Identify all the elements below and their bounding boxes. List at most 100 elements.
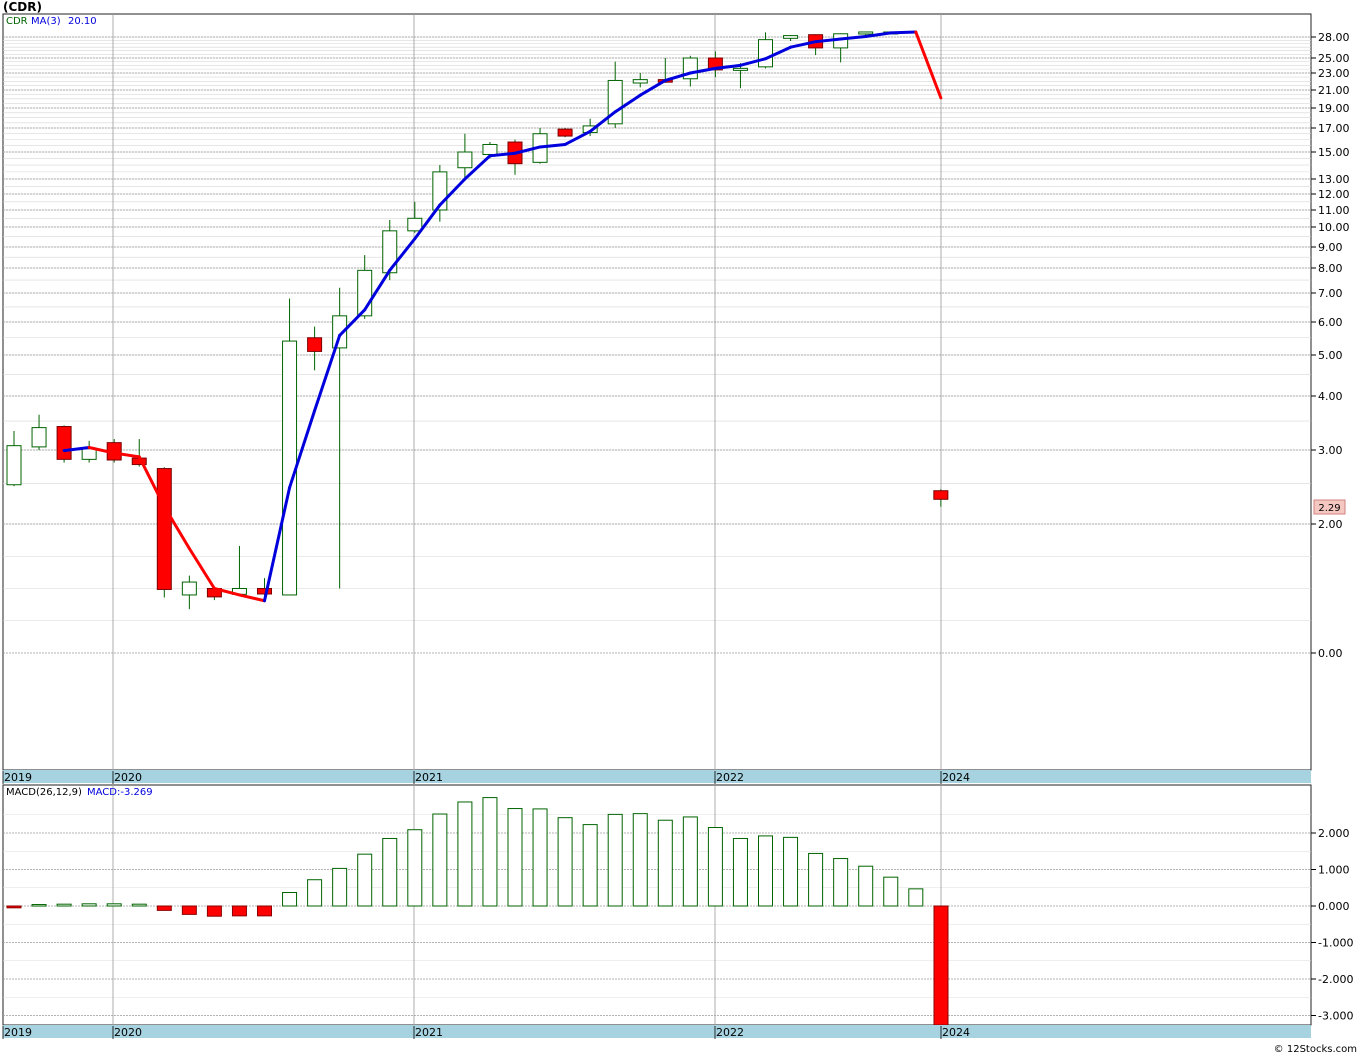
macd-y-axis: 2.000 1.000 0.000 -1.000 -2.000 -3.000 (1311, 827, 1353, 1023)
y-tick-label: 15.00 (1318, 146, 1350, 159)
macd-y-tick-label: 2.000 (1318, 827, 1350, 840)
legend-symbol: CDR (6, 16, 28, 27)
macd-bar-positive (707, 827, 723, 907)
y-tick-label: 25.00 (1318, 52, 1350, 65)
y-tick-label: 2.00 (1318, 518, 1343, 531)
y-tick-label: 17.00 (1318, 122, 1350, 135)
macd-bar-positive (557, 817, 573, 907)
macd-bar-negative (231, 905, 247, 917)
symbol-title: (CDR) (3, 0, 42, 14)
macd-bar-positive (31, 904, 47, 907)
macd-bar-positive (432, 813, 448, 907)
macd-bar-positive (758, 835, 773, 907)
x-tick-label: 2024 (942, 1026, 970, 1039)
candle-up (6, 445, 22, 486)
candle-down (156, 468, 172, 590)
macd-y-tick-label: 1.000 (1318, 864, 1350, 877)
candle-up (457, 151, 473, 169)
y-tick-label: 5.00 (1318, 349, 1343, 362)
price-y-axis: 28.00 25.00 23.00 21.00 19.00 17.00 15.00 13.00… (1311, 31, 1350, 660)
y-tick-label: 8.00 (1318, 262, 1343, 275)
y-tick-label: 7.00 (1318, 287, 1343, 300)
macd-bar-positive (732, 837, 748, 907)
macd-bar-positive (357, 853, 373, 907)
macd-bar-positive (657, 819, 673, 907)
macd-bar-positive (808, 852, 824, 907)
x-tick-label: 2019 (4, 1026, 32, 1039)
y-tick-label: 6.00 (1318, 316, 1343, 329)
y-tick-label: 4.00 (1318, 390, 1343, 403)
macd-y-tick-label: -3.000 (1318, 1010, 1353, 1023)
candle-up (81, 448, 97, 460)
candle-down (933, 490, 949, 500)
candle-up (732, 67, 748, 71)
candle-up (181, 581, 197, 596)
macd-bar-negative (206, 905, 222, 917)
candle-down (56, 426, 72, 460)
macd-panel (2, 784, 1312, 1026)
y-tick-label: 0.00 (1318, 647, 1343, 660)
macd-bar-positive (783, 836, 799, 907)
macd-bar-negative (181, 905, 197, 915)
y-tick-label: 3.00 (1318, 444, 1343, 457)
macd-legend-value: MACD:-3.269 (87, 787, 153, 798)
macd-bar-negative (933, 905, 949, 1026)
x-tick-label: 2019 (4, 771, 32, 784)
macd-bar-positive (883, 876, 899, 907)
macd-bar-negative (257, 905, 272, 917)
y-tick-label: 21.00 (1318, 84, 1350, 97)
macd-bar-positive (106, 903, 122, 907)
legend-ma-label: MA(3) (31, 16, 61, 27)
macd-bar-positive (307, 879, 323, 907)
macd-bar-negative (156, 905, 172, 911)
y-tick-label: 23.00 (1318, 67, 1350, 80)
y-tick-label: 9.00 (1318, 241, 1343, 254)
y-tick-label: 19.00 (1318, 102, 1350, 115)
macd-legend-label: MACD(26,12,9) (6, 787, 82, 798)
candle-up (482, 143, 498, 156)
macd-bar-positive (407, 829, 423, 907)
copyright: © 12Stocks.com (1274, 1044, 1357, 1055)
x-tick-label: 2022 (716, 1026, 744, 1039)
macd-bar-positive (457, 801, 473, 907)
last-price-tag: 2.29 (1318, 503, 1340, 514)
macd-date-bar (3, 1025, 1311, 1038)
macd-y-tick-label: -2.000 (1318, 973, 1353, 986)
y-tick-label: 11.00 (1318, 204, 1350, 217)
y-tick-label: 28.00 (1318, 31, 1350, 44)
macd-bar-positive (81, 903, 97, 907)
candle-down (557, 128, 573, 137)
x-tick-label: 2020 (114, 1026, 142, 1039)
macd-y-tick-label: 0.000 (1318, 900, 1350, 913)
candle-down (257, 588, 272, 595)
macd-bar-positive (507, 808, 523, 907)
macd-bar-positive (532, 808, 548, 907)
y-tick-label: 12.00 (1318, 188, 1350, 201)
macd-bar-positive (282, 891, 298, 907)
candle-up (407, 217, 423, 232)
x-tick-label: 2021 (415, 1026, 443, 1039)
macd-bar-positive (632, 813, 648, 907)
chart-canvas: (CDR) 28.00 25.00 23.00 21.00 19.00 17.00 15.0… (2, 0, 1357, 1055)
x-tick-label: 2021 (415, 771, 443, 784)
candle-up (783, 35, 799, 39)
x-tick-label: 2022 (716, 771, 744, 784)
candle-up (632, 79, 648, 84)
macd-bar-positive (382, 837, 398, 907)
price-date-bar (3, 770, 1311, 783)
candle-up (858, 31, 874, 35)
macd-bar-positive (858, 865, 874, 907)
price-panel (2, 13, 1312, 771)
legend-ma-value: 20.10 (68, 16, 97, 27)
macd-bar-positive (56, 903, 72, 907)
macd-bar-negative (6, 905, 22, 909)
ma-segment (889, 30, 918, 35)
macd-bar-positive (332, 867, 348, 907)
macd-y-tick-label: -1.000 (1318, 937, 1353, 950)
candle-up (31, 427, 47, 448)
macd-bar-positive (482, 797, 498, 907)
y-tick-label: 10.00 (1318, 221, 1350, 234)
x-tick-label: 2020 (114, 771, 142, 784)
macd-bar-positive (582, 824, 598, 907)
macd-bar-positive (908, 888, 924, 907)
